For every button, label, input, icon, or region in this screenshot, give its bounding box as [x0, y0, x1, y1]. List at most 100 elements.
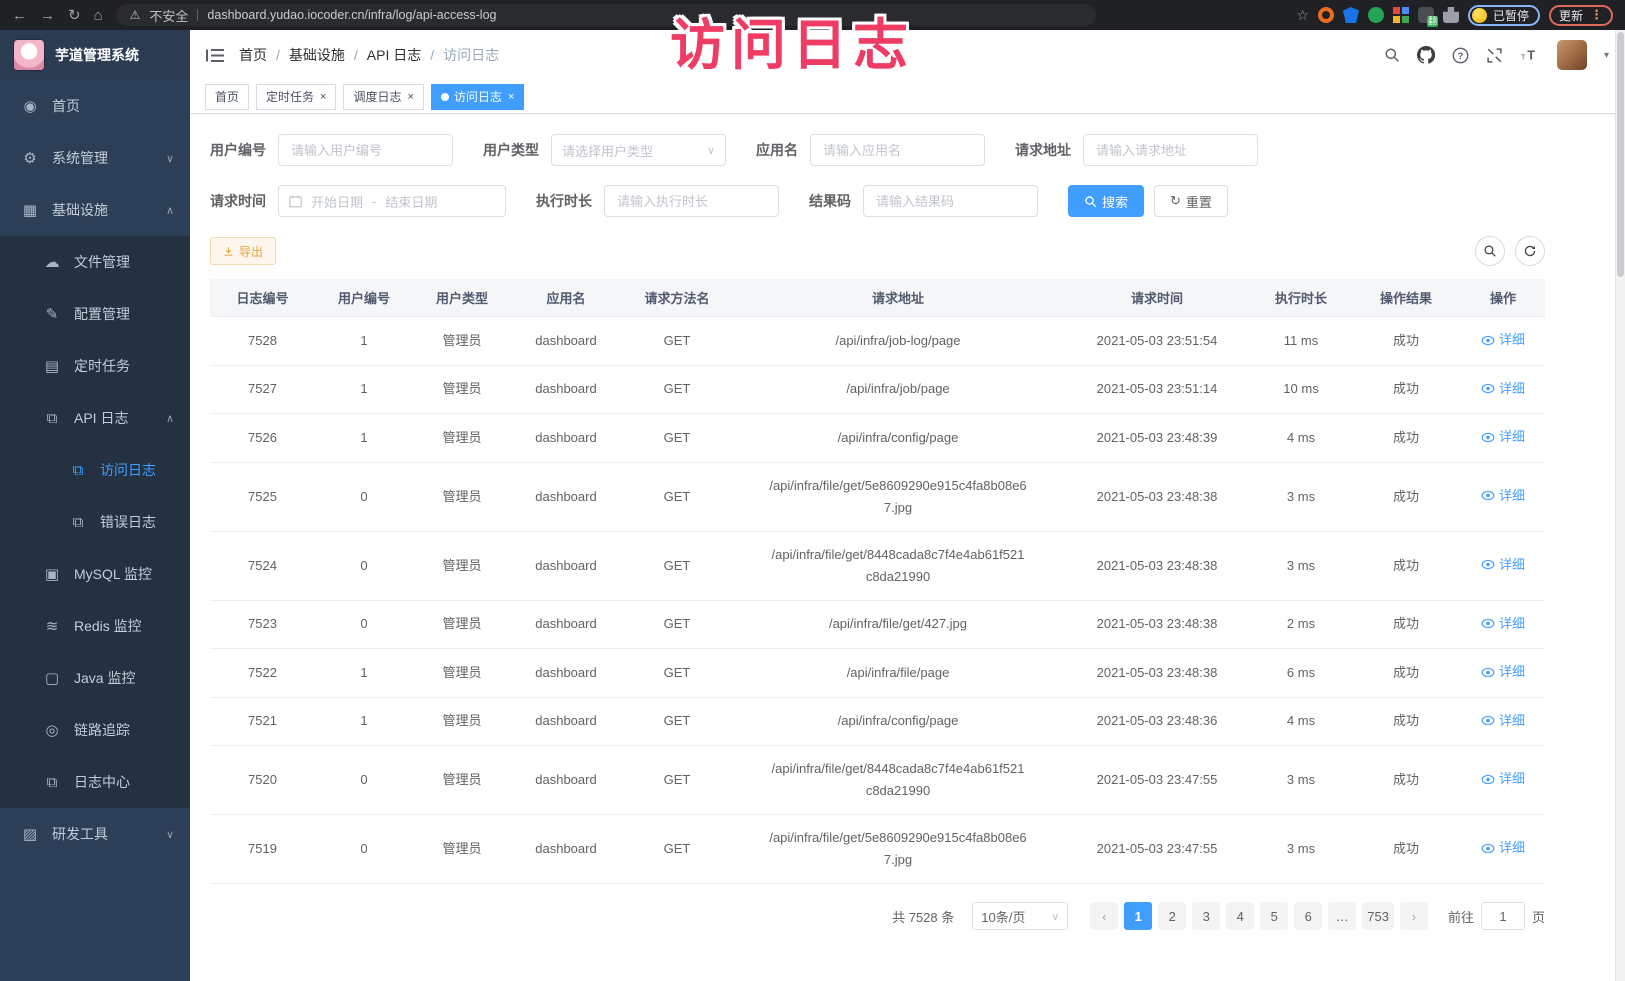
sidebar-item-链路追踪[interactable]: ◎链路追踪: [0, 704, 190, 756]
help-icon[interactable]: ?: [1452, 47, 1469, 64]
detail-link[interactable]: 详细: [1481, 485, 1525, 507]
user-type-select[interactable]: 请选择用户类型 ∨: [551, 134, 726, 166]
detail-link[interactable]: 详细: [1481, 837, 1525, 859]
export-button[interactable]: 导出: [210, 237, 276, 265]
breadcrumb-item[interactable]: 基础设施: [289, 45, 345, 65]
breadcrumb-item[interactable]: API 日志: [367, 45, 421, 65]
address-bar[interactable]: ⚠ 不安全 dashboard.yudao.iocoder.cn/infra/l…: [116, 4, 1096, 26]
sidebar-item-首页[interactable]: ◉首页: [0, 80, 190, 132]
sidebar-item-定时任务[interactable]: ▤定时任务: [0, 340, 190, 392]
request-url-text: /api/infra/file/get/427.jpg: [769, 613, 1027, 635]
sidebar-item-Java 监控[interactable]: ▢Java 监控: [0, 652, 190, 704]
request-url-text: /api/infra/file/page: [769, 662, 1027, 684]
reset-button[interactable]: ↻ 重置: [1154, 185, 1228, 217]
sidebar-item-label: 错误日志: [100, 512, 156, 532]
detail-link[interactable]: 详细: [1481, 613, 1525, 635]
sidebar-item-API 日志[interactable]: ⧉API 日志∧: [0, 392, 190, 444]
browser-menu-icon[interactable]: ⋮: [1590, 7, 1603, 23]
close-icon[interactable]: ×: [320, 91, 326, 103]
search-button[interactable]: 搜索: [1068, 185, 1144, 217]
date-range-picker[interactable]: 开始日期 - 结束日期: [278, 185, 506, 217]
detail-label: 详细: [1499, 837, 1525, 859]
sidebar-item-配置管理[interactable]: ✎配置管理: [0, 288, 190, 340]
shield-extension-icon[interactable]: [1343, 7, 1359, 23]
table-cell: GET: [621, 815, 733, 884]
list-icon: ▤: [42, 357, 62, 375]
logo-image: [13, 39, 45, 71]
tab-首页[interactable]: 首页: [205, 84, 249, 110]
close-icon[interactable]: ×: [407, 91, 413, 103]
table-cell-url: /api/infra/file/get/427.jpg: [733, 600, 1063, 649]
home-icon[interactable]: ⌂: [94, 8, 103, 23]
search-icon[interactable]: [1384, 47, 1400, 63]
table-row: 75200管理员dashboardGET/api/infra/file/get/…: [210, 746, 1545, 815]
tab-调度日志[interactable]: 调度日志×: [343, 84, 423, 110]
sidebar-item-日志中心[interactable]: ⧉日志中心: [0, 756, 190, 808]
github-icon[interactable]: [1417, 46, 1435, 64]
page-scrollbar[interactable]: [1615, 30, 1625, 981]
result-code-input[interactable]: [863, 185, 1038, 217]
page-button-3[interactable]: 3: [1192, 902, 1220, 930]
next-page-button[interactable]: ›: [1400, 902, 1428, 930]
user-id-input[interactable]: [278, 134, 453, 166]
sidebar-collapse-icon[interactable]: [206, 48, 224, 63]
sidebar-item-错误日志[interactable]: ⧉错误日志: [0, 496, 190, 548]
tab-访问日志[interactable]: 访问日志×: [431, 84, 524, 110]
request-url-input[interactable]: [1083, 134, 1258, 166]
sidebar-item-研发工具[interactable]: ▨研发工具∨: [0, 808, 190, 860]
back-icon[interactable]: ←: [12, 8, 27, 23]
table-cell: 7522: [210, 649, 315, 698]
request-url-text: /api/infra/file/get/8448cada8c7f4e4ab61f…: [769, 544, 1027, 588]
green-check-extension-icon[interactable]: [1368, 7, 1384, 23]
page-button-753[interactable]: 753: [1362, 902, 1394, 930]
request-url-text: /api/infra/job/page: [769, 378, 1027, 400]
detail-link[interactable]: 详细: [1481, 768, 1525, 790]
goto-page-input[interactable]: [1481, 902, 1525, 930]
page-size-select[interactable]: 10条/页 ∨: [972, 902, 1068, 930]
detail-link[interactable]: 详细: [1481, 329, 1525, 351]
fullscreen-icon[interactable]: [1486, 47, 1503, 64]
detail-link[interactable]: 详细: [1481, 661, 1525, 683]
page-button-4[interactable]: 4: [1226, 902, 1254, 930]
orange-extension-icon[interactable]: [1318, 7, 1334, 23]
page-button-1[interactable]: 1: [1124, 902, 1152, 930]
bookmark-star-icon[interactable]: ☆: [1296, 7, 1309, 24]
puzzle-extension-icon[interactable]: [1443, 7, 1459, 23]
tab-定时任务[interactable]: 定时任务×: [256, 84, 336, 110]
sidebar-item-系统管理[interactable]: ⚙系统管理∨: [0, 132, 190, 184]
translate-extension-icon[interactable]: 翻: [1418, 7, 1434, 23]
breadcrumb-item[interactable]: 首页: [239, 45, 267, 65]
sidebar-item-访问日志[interactable]: ⧉访问日志: [0, 444, 190, 496]
close-icon[interactable]: ×: [508, 91, 514, 103]
grid-extension-icon[interactable]: [1393, 7, 1409, 23]
detail-link[interactable]: 详细: [1481, 554, 1525, 576]
caret-down-icon[interactable]: ▾: [1604, 50, 1609, 61]
forward-icon[interactable]: →: [40, 8, 55, 23]
detail-link[interactable]: 详细: [1481, 378, 1525, 400]
sidebar-item-MySQL 监控[interactable]: ▣MySQL 监控: [0, 548, 190, 600]
reload-icon[interactable]: ↻: [68, 8, 81, 23]
page-button-5[interactable]: 5: [1260, 902, 1288, 930]
profile-paused-badge[interactable]: 已暂停: [1468, 5, 1540, 26]
app-name-input[interactable]: [810, 134, 985, 166]
sidebar-item-基础设施[interactable]: ▦基础设施∧: [0, 184, 190, 236]
duration-input[interactable]: [604, 185, 779, 217]
eye-icon: [1481, 490, 1495, 501]
avatar[interactable]: [1557, 40, 1587, 70]
page-button-2[interactable]: 2: [1158, 902, 1186, 930]
scrollbar-thumb[interactable]: [1617, 32, 1624, 277]
font-size-icon[interactable]: TT: [1520, 47, 1540, 63]
detail-link[interactable]: 详细: [1481, 426, 1525, 448]
page-button-6[interactable]: 6: [1294, 902, 1322, 930]
browser-update-button[interactable]: 更新 ⋮: [1549, 5, 1613, 26]
toggle-search-icon[interactable]: [1475, 236, 1505, 266]
table-cell: 2021-05-03 23:48:38: [1063, 649, 1251, 698]
prev-page-button[interactable]: ‹: [1090, 902, 1118, 930]
sidebar-item-label: 配置管理: [74, 304, 130, 324]
app-logo[interactable]: 芋道管理系统: [0, 30, 190, 80]
sidebar-item-文件管理[interactable]: ☁文件管理: [0, 236, 190, 288]
detail-label: 详细: [1499, 661, 1525, 683]
refresh-table-icon[interactable]: [1515, 236, 1545, 266]
sidebar-item-Redis 监控[interactable]: ≋Redis 监控: [0, 600, 190, 652]
detail-link[interactable]: 详细: [1481, 710, 1525, 732]
